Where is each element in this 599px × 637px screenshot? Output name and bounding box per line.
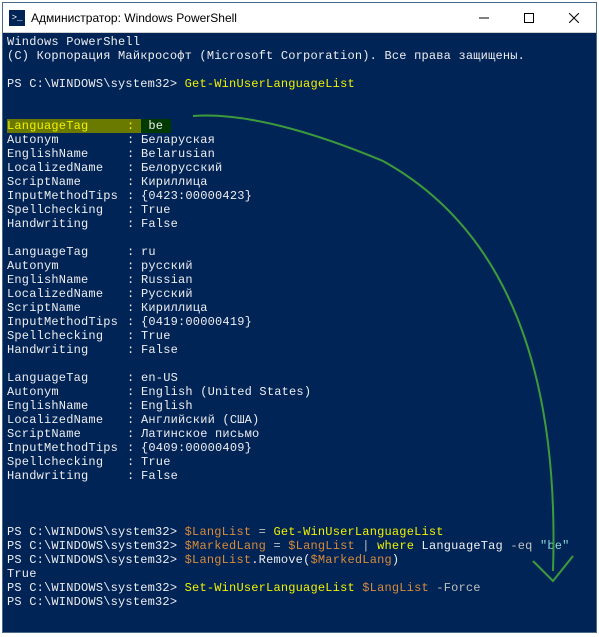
property-value: Russian — [141, 273, 193, 287]
property-row: LanguageTag:ru — [7, 245, 592, 259]
property-row: LanguageTag: be — [7, 119, 592, 133]
property-row: Autonym:English (United States) — [7, 385, 592, 399]
property-row: EnglishName:Belarusian — [7, 147, 592, 161]
header-line1: Windows PowerShell — [7, 35, 592, 49]
property-key: Spellchecking — [7, 329, 127, 343]
property-key: LanguageTag — [7, 371, 127, 385]
property-key: EnglishName — [7, 273, 127, 287]
property-key: LocalizedName — [7, 287, 127, 301]
property-key: Autonym — [7, 385, 127, 399]
property-key: LanguageTag — [7, 245, 127, 259]
header-line2: (C) Корпорация Майкрософт (Microsoft Cor… — [7, 49, 592, 63]
property-row: LocalizedName:Белорусский — [7, 161, 592, 175]
property-value: Кириллица — [141, 301, 208, 315]
powershell-icon: >_ — [9, 10, 25, 26]
terminal-output[interactable]: Windows PowerShell (C) Корпорация Майкро… — [3, 33, 596, 611]
property-value: False — [141, 217, 178, 231]
property-key: Spellchecking — [7, 203, 127, 217]
property-key: LocalizedName — [7, 161, 127, 175]
property-row: InputMethodTips:{0419:00000419} — [7, 315, 592, 329]
property-row: Autonym:Беларуская — [7, 133, 592, 147]
property-value: True — [141, 329, 171, 343]
property-row: InputMethodTips:{0423:00000423} — [7, 189, 592, 203]
property-key: Handwriting — [7, 343, 127, 357]
property-row: Spellchecking:True — [7, 203, 592, 217]
command-line-1: PS C:\WINDOWS\system32> Get-WinUserLangu… — [7, 77, 592, 91]
property-value: Латинское письмо — [141, 427, 259, 441]
property-key: InputMethodTips — [7, 189, 127, 203]
property-key: ScriptName — [7, 175, 127, 189]
property-key: LanguageTag — [7, 119, 127, 133]
powershell-window: >_ Администратор: Windows PowerShell Win… — [2, 2, 597, 633]
property-value: Беларуская — [141, 133, 215, 147]
property-key: LocalizedName — [7, 413, 127, 427]
property-value: False — [141, 469, 178, 483]
property-value: en-US — [141, 371, 178, 385]
property-value: {0409:00000409} — [141, 441, 252, 455]
cmd-get-winuserlanguagelist: Get-WinUserLanguageList — [185, 77, 355, 91]
close-icon — [569, 13, 579, 23]
property-key: EnglishName — [7, 399, 127, 413]
property-value: True — [141, 203, 171, 217]
property-row: Autonym:русский — [7, 259, 592, 273]
command-line-4: PS C:\WINDOWS\system32> $LangList.Remove… — [7, 553, 592, 567]
property-row: ScriptName:Кириллица — [7, 301, 592, 315]
property-key: Handwriting — [7, 217, 127, 231]
property-value: Belarusian — [141, 147, 215, 161]
property-value: English — [141, 399, 193, 413]
property-value: {0423:00000423} — [141, 189, 252, 203]
property-row: LocalizedName:Русский — [7, 287, 592, 301]
property-value: True — [141, 455, 171, 469]
property-row: Handwriting:False — [7, 217, 592, 231]
property-key: ScriptName — [7, 427, 127, 441]
property-key: Spellchecking — [7, 455, 127, 469]
property-value: be — [141, 119, 171, 133]
property-value: Белорусский — [141, 161, 222, 175]
property-value: Кириллица — [141, 175, 208, 189]
language-block: LanguageTag:en-USAutonym:English (United… — [7, 371, 592, 483]
window-title: Администратор: Windows PowerShell — [31, 11, 461, 25]
property-key: EnglishName — [7, 147, 127, 161]
close-button[interactable] — [551, 3, 596, 33]
property-row: LocalizedName:Английский (США) — [7, 413, 592, 427]
property-key: InputMethodTips — [7, 315, 127, 329]
property-row: EnglishName:English — [7, 399, 592, 413]
command-line-2: PS C:\WINDOWS\system32> $LangList = Get-… — [7, 525, 592, 539]
property-row: Handwriting:False — [7, 469, 592, 483]
minimize-button[interactable] — [461, 3, 506, 33]
property-row: EnglishName:Russian — [7, 273, 592, 287]
property-row: ScriptName:Кириллица — [7, 175, 592, 189]
property-row: LanguageTag:en-US — [7, 371, 592, 385]
property-value: ru — [141, 245, 156, 259]
property-row: InputMethodTips:{0409:00000409} — [7, 441, 592, 455]
property-value: русский — [141, 259, 193, 273]
maximize-icon — [524, 13, 534, 23]
property-row: Spellchecking:True — [7, 455, 592, 469]
output-true: True — [7, 567, 592, 581]
property-value: Русский — [141, 287, 193, 301]
property-value: English (United States) — [141, 385, 311, 399]
property-row: Handwriting:False — [7, 343, 592, 357]
property-value: Английский (США) — [141, 413, 259, 427]
language-block: LanguageTag: be Autonym:БеларускаяEnglis… — [7, 119, 592, 231]
command-line-5: PS C:\WINDOWS\system32> Set-WinUserLangu… — [7, 581, 592, 595]
language-block: LanguageTag:ruAutonym:русскийEnglishName… — [7, 245, 592, 357]
maximize-button[interactable] — [506, 3, 551, 33]
minimize-icon — [479, 13, 489, 23]
prompt: PS C:\WINDOWS\system32> — [7, 77, 177, 91]
property-key: Autonym — [7, 259, 127, 273]
property-key: InputMethodTips — [7, 441, 127, 455]
property-row: Spellchecking:True — [7, 329, 592, 343]
property-key: Autonym — [7, 133, 127, 147]
property-row: ScriptName:Латинское письмо — [7, 427, 592, 441]
command-line-3: PS C:\WINDOWS\system32> $MarkedLang = $L… — [7, 539, 592, 553]
property-value: False — [141, 343, 178, 357]
property-key: ScriptName — [7, 301, 127, 315]
command-line-6: PS C:\WINDOWS\system32> — [7, 595, 592, 609]
property-value: {0419:00000419} — [141, 315, 252, 329]
property-key: Handwriting — [7, 469, 127, 483]
titlebar[interactable]: >_ Администратор: Windows PowerShell — [3, 3, 596, 33]
